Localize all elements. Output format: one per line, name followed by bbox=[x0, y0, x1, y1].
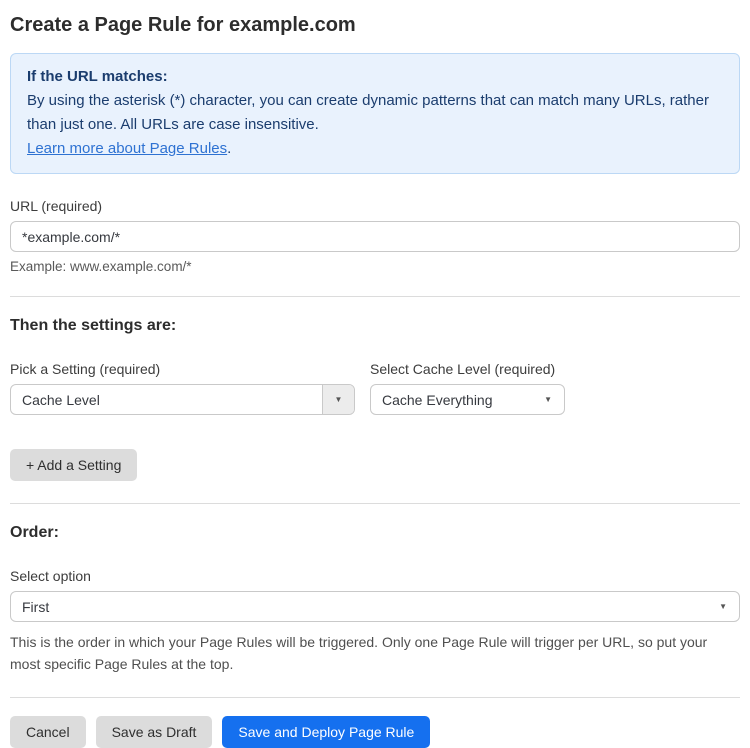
save-and-deploy-button[interactable]: Save and Deploy Page Rule bbox=[222, 716, 431, 748]
order-select-label: Select option bbox=[10, 568, 91, 584]
info-box-heading: If the URL matches: bbox=[27, 68, 168, 85]
url-input[interactable] bbox=[10, 221, 740, 252]
divider bbox=[10, 296, 740, 297]
info-box-body: By using the asterisk (*) character, you… bbox=[27, 92, 709, 133]
info-box-link-line: Learn more about Page Rules. bbox=[27, 137, 723, 161]
order-select-value: First bbox=[22, 598, 50, 615]
cache-level-arrow: ▼ bbox=[544, 394, 564, 404]
save-as-draft-button[interactable]: Save as Draft bbox=[95, 716, 213, 748]
url-field-label: URL (required) bbox=[10, 198, 103, 214]
cache-level-label: Select Cache Level (required) bbox=[370, 361, 556, 377]
pick-setting-label: Pick a Setting (required) bbox=[10, 361, 161, 377]
pick-setting-arrow-button[interactable]: ▼ bbox=[322, 385, 354, 414]
order-help-text: This is the order in which your Page Rul… bbox=[10, 634, 708, 672]
pick-setting-select[interactable]: Cache Level ▼ bbox=[10, 384, 355, 415]
cache-level-select[interactable]: Cache Everything ▼ bbox=[370, 384, 565, 415]
order-section-heading: Order: bbox=[10, 524, 59, 541]
footer-button-row: Cancel Save as Draft Save and Deploy Pag… bbox=[10, 716, 740, 748]
link-suffix: . bbox=[227, 140, 232, 157]
add-setting-button[interactable]: + Add a Setting bbox=[10, 449, 138, 481]
divider bbox=[10, 697, 740, 698]
learn-more-link[interactable]: Learn more about Page Rules bbox=[27, 140, 227, 157]
cancel-button[interactable]: Cancel bbox=[10, 716, 86, 748]
order-select-arrow: ▼ bbox=[719, 601, 739, 611]
order-select[interactable]: First ▼ bbox=[10, 591, 740, 622]
page-title: Create a Page Rule for example.com bbox=[10, 14, 356, 36]
chevron-down-icon: ▼ bbox=[719, 601, 727, 611]
cache-level-value: Cache Everything bbox=[382, 391, 493, 408]
divider bbox=[10, 503, 740, 504]
url-example-text: Example: www.example.com/* bbox=[10, 259, 192, 274]
settings-section-heading: Then the settings are: bbox=[10, 317, 177, 334]
chevron-down-icon: ▼ bbox=[544, 394, 552, 404]
url-match-info-box: If the URL matches: By using the asteris… bbox=[10, 53, 740, 174]
pick-setting-value: Cache Level bbox=[22, 391, 100, 408]
chevron-down-icon: ▼ bbox=[334, 394, 343, 404]
